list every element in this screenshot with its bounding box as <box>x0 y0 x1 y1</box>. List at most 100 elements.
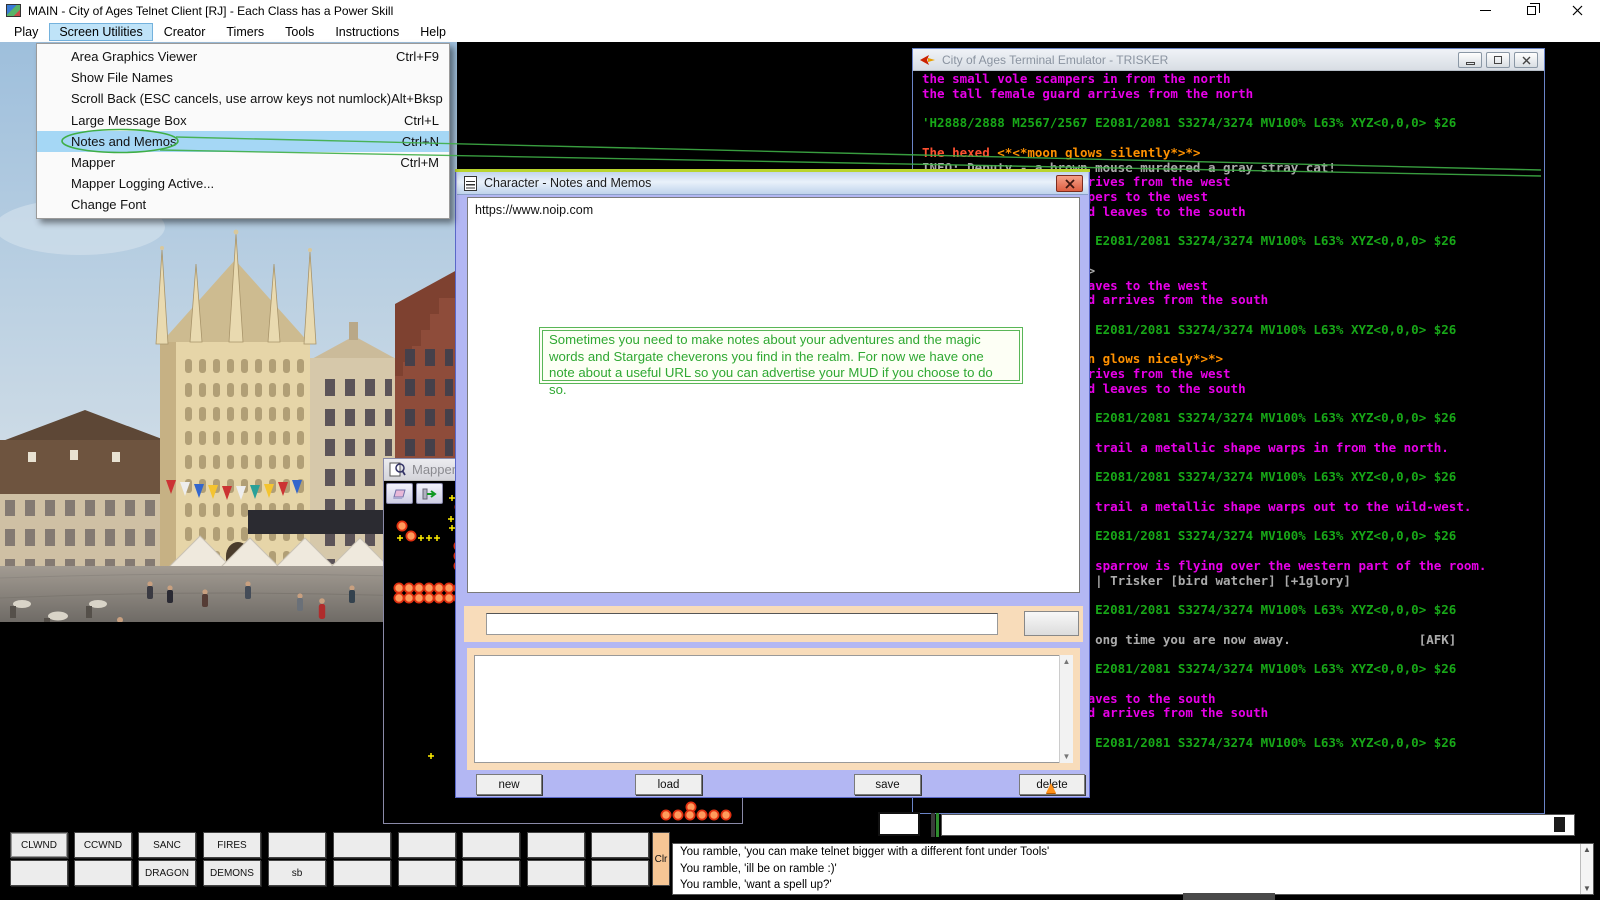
hotkey-button-r1c1[interactable] <box>74 860 132 886</box>
terminal-app-icon <box>920 54 936 66</box>
hotkey-button-r1c5[interactable] <box>333 860 391 886</box>
notes-title: Character - Notes and Memos <box>484 176 651 190</box>
notes-titlebar[interactable]: Character - Notes and Memos <box>457 172 1088 195</box>
menu-creator[interactable]: Creator <box>154 23 216 41</box>
menu-play[interactable]: Play <box>4 23 48 41</box>
status-bar-dark <box>931 813 935 837</box>
command-input[interactable] <box>941 814 1575 836</box>
clear-button[interactable]: Clr <box>652 832 670 886</box>
map-room-dot <box>709 810 718 819</box>
map-room-dot <box>394 583 403 592</box>
notes-secondary-textarea[interactable]: ▲ ▼ <box>467 648 1080 770</box>
delete-annotation-arrow <box>1046 783 1056 793</box>
menu-timers[interactable]: Timers <box>216 23 274 41</box>
ramble-message-box[interactable]: ▲ ▼ You ramble, 'you can make telnet big… <box>672 843 1594 895</box>
menu-item-label: Mapper <box>71 155 400 170</box>
menu-item-scroll-back-esc-cancels-use-ar[interactable]: Scroll Back (ESC cancels, use arrow keys… <box>37 88 449 109</box>
notes-dialog: Character - Notes and Memos https://www.… <box>455 170 1090 798</box>
eraser-icon <box>392 488 408 499</box>
menu-instructions[interactable]: Instructions <box>325 23 409 41</box>
restore-button[interactable] <box>1508 0 1554 21</box>
menu-item-shortcut: Alt+Bksp <box>391 91 443 106</box>
terminal-title: City of Ages Terminal Emulator - TRISKER <box>942 53 1168 67</box>
menu-screen-utilities[interactable]: Screen Utilities <box>49 23 152 41</box>
menu-item-shortcut: Ctrl+M <box>400 155 439 170</box>
ramble-message: You ramble, 'you can make telnet bigger … <box>673 844 1593 861</box>
close-button[interactable] <box>1554 0 1600 21</box>
main-titlebar: MAIN - City of Ages Telnet Client [RJ] -… <box>0 0 1600 21</box>
menu-item-label: Scroll Back (ESC cancels, use arrow keys… <box>71 91 391 106</box>
menu-item-shortcut: Ctrl+F9 <box>396 49 439 64</box>
menu-item-label: Change Font <box>71 197 439 212</box>
notes-new-button[interactable]: new <box>476 774 542 795</box>
menu-item-mapper[interactable]: MapperCtrl+M <box>37 152 449 173</box>
terminal-line: the small vole scampers in from the nort… <box>922 72 1486 87</box>
terminal-titlebar[interactable]: City of Ages Terminal Emulator - TRISKER <box>913 49 1544 71</box>
ramble-message: You ramble, 'want a spell up?' <box>673 877 1593 894</box>
menu-help[interactable]: Help <box>410 23 456 41</box>
scroll-up-icon[interactable]: ▲ <box>1583 845 1591 854</box>
notes-title-strip <box>464 606 1083 642</box>
menu-tools[interactable]: Tools <box>275 23 324 41</box>
notes-load-button[interactable]: load <box>635 774 702 795</box>
map-room-dot <box>394 593 403 602</box>
terminal-minimize-button[interactable] <box>1458 52 1482 68</box>
menu-item-show-file-names[interactable]: Show File Names <box>37 67 449 88</box>
notes-save-button[interactable]: save <box>854 774 921 795</box>
menu-item-label: Mapper Logging Active... <box>71 176 439 191</box>
map-room-dot <box>414 583 423 592</box>
hotkey-button-dragon[interactable]: DRAGON <box>138 860 196 886</box>
menu-item-label: Large Message Box <box>71 113 404 128</box>
terminal-line <box>922 102 1486 117</box>
text-cursor <box>1554 817 1565 832</box>
terminal-line: the tall female guard arrives from the n… <box>922 87 1486 102</box>
menu-item-label: Show File Names <box>71 70 439 85</box>
export-arrow-icon <box>422 488 438 500</box>
menu-item-area-graphics-viewer[interactable]: Area Graphics ViewerCtrl+F9 <box>37 46 449 67</box>
menu-item-large-message-box[interactable]: Large Message BoxCtrl+L <box>37 110 449 131</box>
minimize-button[interactable] <box>1462 0 1508 21</box>
notes-unlabeled-button[interactable] <box>1024 611 1079 636</box>
notes-close-button[interactable] <box>1056 175 1083 192</box>
scroll-down-icon[interactable]: ▼ <box>1063 752 1071 761</box>
mapper-export-button[interactable] <box>416 483 443 504</box>
terminal-maximize-button[interactable] <box>1486 52 1510 68</box>
hotkey-button-r1c8[interactable] <box>527 860 585 886</box>
menu-item-change-font[interactable]: Change Font <box>37 194 449 215</box>
terminal-close-button[interactable] <box>1514 52 1538 68</box>
notes-scrollbar[interactable]: ▲ ▼ <box>1059 655 1073 763</box>
map-room-dot <box>673 810 682 819</box>
hotkey-button-r1c7[interactable] <box>462 860 520 886</box>
map-room-dot <box>397 521 406 530</box>
map-room-dot <box>404 583 413 592</box>
map-room-dot <box>424 583 433 592</box>
notes-green-note: Sometimes you need to make notes about y… <box>539 327 1023 384</box>
app-icon <box>6 4 21 17</box>
desktop-root: MAIN - City of Ages Telnet Client [RJ] -… <box>0 0 1600 900</box>
hotkey-button-r1c9[interactable] <box>591 860 649 886</box>
scroll-up-icon[interactable]: ▲ <box>1063 657 1071 666</box>
hotkey-button-demons[interactable]: DEMONS <box>203 860 261 886</box>
bottom-dark-bar <box>1183 893 1275 900</box>
scroll-down-icon[interactable]: ▼ <box>1583 884 1591 893</box>
map-room-dot <box>661 810 670 819</box>
menu-item-label: Area Graphics Viewer <box>71 49 396 64</box>
message-scrollbar[interactable]: ▲ ▼ <box>1580 844 1593 894</box>
hotkey-button-sb[interactable]: sb <box>268 860 326 886</box>
map-room-dot <box>685 810 694 819</box>
menu-item-notes-and-memos[interactable]: Notes and MemosCtrl+N <box>37 131 449 152</box>
map-room-dot <box>444 583 453 592</box>
terminal-line: 'H2888/2888 M2567/2567 E2081/2081 S3274/… <box>922 116 1486 131</box>
menu-item-shortcut: Ctrl+L <box>404 113 439 128</box>
notes-url-text: https://www.noip.com <box>475 203 593 217</box>
menu-item-mapper-logging-active-[interactable]: Mapper Logging Active... <box>37 173 449 194</box>
map-room-dot <box>414 593 423 602</box>
hotkey-button-r1c0[interactable] <box>10 860 68 886</box>
close-icon <box>1572 5 1583 16</box>
notes-text-area[interactable]: https://www.noip.com Sometimes you need … <box>467 197 1080 593</box>
command-row <box>0 812 1600 840</box>
mapper-eraser-button[interactable] <box>386 483 413 504</box>
hotkey-button-r1c6[interactable] <box>398 860 456 886</box>
map-room-dot <box>404 593 413 602</box>
notes-name-input[interactable] <box>486 613 998 635</box>
